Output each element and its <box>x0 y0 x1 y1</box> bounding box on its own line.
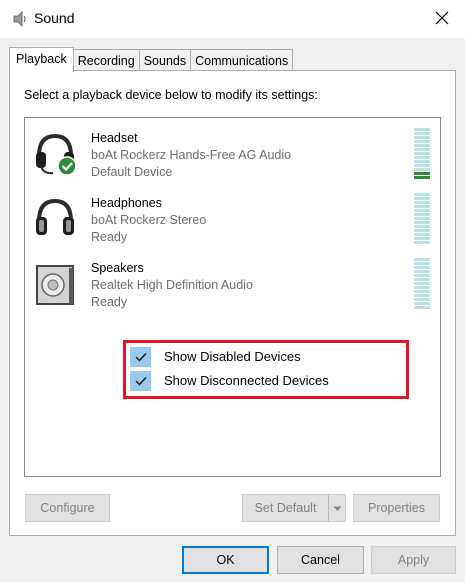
menu-item-show-disconnected[interactable]: Show Disconnected Devices <box>128 370 404 392</box>
menu-item-show-disabled[interactable]: Show Disabled Devices <box>128 346 404 368</box>
level-meter <box>414 258 430 310</box>
device-item-speakers[interactable]: Speakers Realtek High Definition Audio R… <box>25 254 440 314</box>
tab-communications[interactable]: Communications <box>190 49 294 72</box>
device-name: Headphones <box>91 196 162 210</box>
headphones-icon <box>33 195 77 243</box>
close-button[interactable] <box>419 0 465 38</box>
device-description: boAt Rockerz Hands-Free AG Audio <box>91 148 292 162</box>
device-description: Realtek High Definition Audio <box>91 278 253 292</box>
tab-recording[interactable]: Recording <box>72 49 140 72</box>
tab-playback[interactable]: Playback <box>9 47 74 72</box>
apply-button[interactable]: Apply <box>371 546 456 574</box>
level-meter <box>414 128 430 180</box>
properties-button[interactable]: Properties <box>353 494 440 522</box>
device-name: Speakers <box>91 261 144 275</box>
configure-button[interactable]: Configure <box>25 494 110 522</box>
checkmark-icon <box>130 371 151 391</box>
device-description: boAt Rockerz Stereo <box>91 213 207 227</box>
playback-panel: Select a playback device below to modify… <box>9 70 456 536</box>
device-status: Default Device <box>91 165 173 179</box>
close-icon <box>435 11 449 28</box>
ok-button[interactable]: OK <box>182 546 269 574</box>
device-status: Ready <box>91 295 128 309</box>
cancel-button[interactable]: Cancel <box>277 546 364 574</box>
headset-icon <box>33 130 77 178</box>
speaker-icon <box>12 11 28 27</box>
set-default-button[interactable]: Set Default <box>242 494 329 522</box>
device-item-headphones[interactable]: Headphones boAt Rockerz Stereo Ready <box>25 189 440 249</box>
tab-strip: Playback Recording Sounds Communications <box>9 47 294 72</box>
menu-item-label: Show Disabled Devices <box>164 349 301 364</box>
menu-item-label: Show Disconnected Devices <box>164 373 329 388</box>
window-title: Sound <box>34 10 75 26</box>
set-default-dropdown-button[interactable] <box>328 494 346 522</box>
device-name: Headset <box>91 131 138 145</box>
chevron-down-icon <box>333 501 342 515</box>
instruction-text: Select a playback device below to modify… <box>24 88 318 102</box>
level-meter <box>414 193 430 245</box>
checkmark-icon <box>130 347 151 367</box>
context-menu: Show Disabled Devices Show Disconnected … <box>123 340 409 399</box>
speakers-icon <box>33 260 77 308</box>
device-list[interactable]: Headset boAt Rockerz Hands-Free AG Audio… <box>24 117 441 477</box>
title-bar: Sound <box>0 0 465 38</box>
tab-sounds[interactable]: Sounds <box>138 49 192 72</box>
device-item-headset[interactable]: Headset boAt Rockerz Hands-Free AG Audio… <box>25 124 440 184</box>
device-status: Ready <box>91 230 128 244</box>
